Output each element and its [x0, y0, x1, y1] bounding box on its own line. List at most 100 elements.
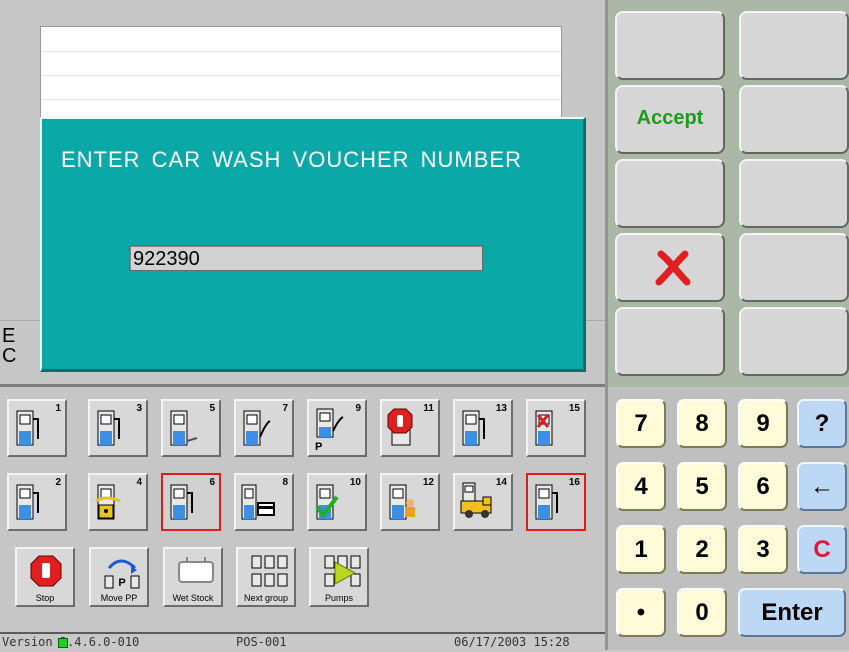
function-key-5[interactable] — [615, 159, 725, 228]
voucher-dialog: ENTER CAR WASH VOUCHER NUMBER 922390 — [40, 117, 586, 372]
key-4[interactable]: 4 — [616, 462, 666, 511]
function-key-2[interactable] — [739, 11, 849, 80]
move-pp-label: Move PP — [100, 593, 138, 603]
fuel-dispenser-icon — [462, 410, 485, 446]
function-key-6[interactable] — [739, 159, 849, 228]
pump-number: 7 — [282, 403, 288, 414]
key-8[interactable]: 8 — [677, 399, 727, 448]
red-x-icon — [655, 250, 691, 286]
function-key-10[interactable] — [739, 307, 849, 376]
help-key[interactable]: ? — [797, 399, 847, 448]
stop-hand-icon — [387, 408, 413, 446]
pumps-button[interactable]: Pumps — [309, 547, 369, 607]
fuel-dispenser-icon — [170, 410, 198, 446]
pump-6-button[interactable]: 6 — [161, 473, 221, 531]
status-bar: Version 3.4.6.0-010 POS-001 06/17/2003 1… — [0, 632, 605, 652]
pumps-label: Pumps — [324, 593, 353, 603]
right-pane: Accept 7 8 9 ? 4 5 6 ← 1 2 3 C • 0 Enter — [605, 0, 849, 650]
pump-3-button[interactable]: 3 — [88, 399, 148, 457]
backspace-key[interactable]: ← — [797, 462, 847, 511]
pump-number: 4 — [136, 477, 142, 488]
next-group-label: Next group — [243, 593, 289, 603]
pos-id: POS-001 — [236, 635, 287, 649]
prepay-marker: P — [315, 441, 323, 453]
decimal-key[interactable]: • — [616, 588, 666, 637]
version-text: Version 3.4.6.0-010 — [2, 635, 140, 649]
pumps-play-icon — [324, 555, 361, 587]
pump-12-button[interactable]: 12 — [380, 473, 440, 531]
pump-10-button[interactable]: 10 — [307, 473, 367, 531]
move-prepay-icon: P — [104, 559, 140, 589]
stop-hand-icon — [30, 555, 62, 587]
wet-stock-label: Wet Stock — [172, 593, 214, 603]
tank-icon — [178, 557, 214, 583]
pump-card-icon — [241, 484, 275, 520]
pump-number: 3 — [136, 403, 142, 414]
online-status-icon — [58, 638, 68, 648]
pump-checkmark-icon — [315, 484, 339, 520]
fuel-dispenser-nozzle-icon — [316, 408, 344, 438]
pump-number: 9 — [355, 403, 361, 414]
voucher-number-input[interactable]: 922390 — [129, 245, 483, 271]
stop-button[interactable]: Stop — [15, 547, 75, 607]
pump-panel: 1 3 5 7 9 P 11 13 15 2 4 6 8 10 12 14 16… — [0, 387, 605, 632]
next-group-button[interactable]: Next group — [236, 547, 296, 607]
fuel-dispenser-nozzle-icon — [243, 410, 271, 446]
pump-number: 1 — [55, 403, 61, 414]
key-9[interactable]: 9 — [738, 399, 788, 448]
date-time: 06/17/2003 15:28 — [454, 635, 570, 649]
pump-11-button[interactable]: 11 — [380, 399, 440, 457]
pump-number: 13 — [495, 403, 507, 414]
fuel-dispenser-icon — [535, 484, 558, 520]
pump-error-icon — [535, 410, 553, 446]
pump-tanker-icon — [460, 482, 492, 518]
pump-16-button[interactable]: 16 — [526, 473, 586, 531]
pump-15-button[interactable]: 15 — [526, 399, 586, 457]
left-pane: E C ENTER CAR WASH VOUCHER NUMBER 922390… — [0, 0, 605, 652]
numeric-keypad: 7 8 9 ? 4 5 6 ← 1 2 3 C • 0 Enter — [608, 387, 849, 650]
function-key-1[interactable] — [615, 11, 725, 80]
pump-14-button[interactable]: 14 — [453, 473, 513, 531]
info-line-2: C — [2, 345, 17, 367]
accept-label: Accept — [636, 107, 704, 129]
key-7[interactable]: 7 — [616, 399, 666, 448]
move-pp-button[interactable]: P Move PP — [89, 547, 149, 607]
enter-key[interactable]: Enter — [738, 588, 846, 637]
pump-number: 10 — [349, 477, 361, 488]
pump-1-button[interactable]: 1 — [7, 399, 67, 457]
key-5[interactable]: 5 — [677, 462, 727, 511]
pump-13-button[interactable]: 13 — [453, 399, 513, 457]
cancel-button[interactable] — [615, 233, 725, 302]
accept-button[interactable]: Accept — [615, 85, 725, 154]
svg-text:P: P — [118, 577, 125, 589]
key-1[interactable]: 1 — [616, 525, 666, 574]
pump-2-button[interactable]: 2 — [7, 473, 67, 531]
voucher-prompt: ENTER CAR WASH VOUCHER NUMBER — [61, 147, 522, 172]
function-key-9[interactable] — [615, 307, 725, 376]
clear-key[interactable]: C — [797, 525, 847, 574]
pump-number: 8 — [282, 477, 288, 488]
function-key-8[interactable] — [739, 233, 849, 302]
pump-4-button[interactable]: 4 — [88, 473, 148, 531]
fuel-dispenser-icon — [97, 410, 120, 446]
pos-screen: E C ENTER CAR WASH VOUCHER NUMBER 922390… — [0, 0, 849, 652]
key-3[interactable]: 3 — [738, 525, 788, 574]
key-0[interactable]: 0 — [677, 588, 727, 637]
key-2[interactable]: 2 — [677, 525, 727, 574]
stop-label: Stop — [35, 593, 55, 603]
pump-number: 2 — [55, 477, 61, 488]
pump-number: 5 — [209, 403, 215, 414]
pump-number: 14 — [495, 477, 507, 488]
fuel-dispenser-icon — [16, 410, 39, 446]
pump-number: 12 — [422, 477, 434, 488]
wet-stock-button[interactable]: Wet Stock — [163, 547, 223, 607]
pump-9-button[interactable]: 9 P — [307, 399, 367, 457]
pump-8-button[interactable]: 8 — [234, 473, 294, 531]
pump-5-button[interactable]: 5 — [161, 399, 221, 457]
pump-7-button[interactable]: 7 — [234, 399, 294, 457]
pump-number: 11 — [423, 403, 434, 414]
function-key-4[interactable] — [739, 85, 849, 154]
pump-attendant-icon — [389, 484, 415, 520]
key-6[interactable]: 6 — [738, 462, 788, 511]
pump-number: 6 — [209, 477, 215, 488]
